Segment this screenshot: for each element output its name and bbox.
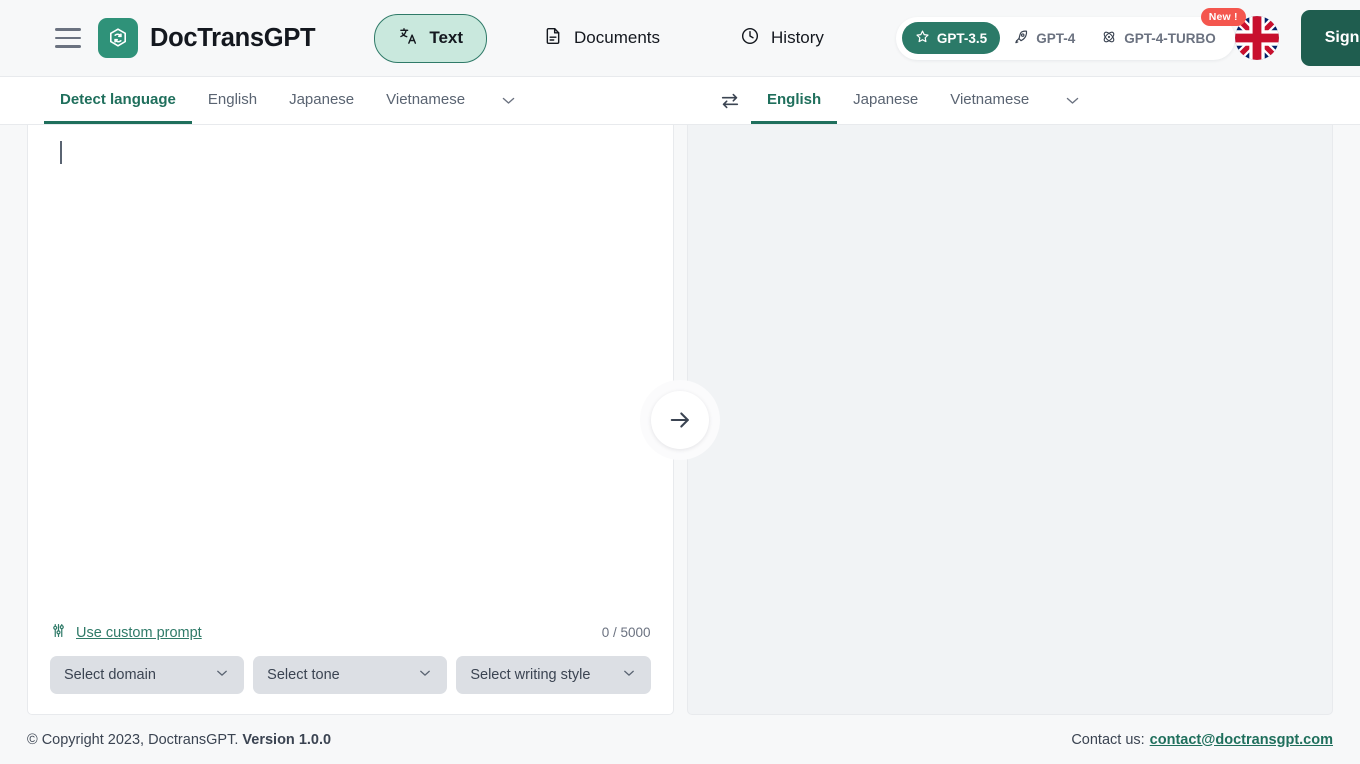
arrow-right-icon [651,391,709,449]
atom-icon [1101,29,1117,48]
nav-item-label: Documents [574,28,661,47]
hamburger-icon[interactable] [55,28,81,48]
document-icon [543,26,563,51]
option-selects: Select domain Select tone Select writing… [50,656,651,714]
clock-icon [740,26,760,51]
copyright-text: © Copyright 2023, DoctransGPT. Version 1… [27,732,331,748]
contact-label: Contact us: [1071,731,1145,748]
model-selector: GPT-3.5 GPT-4 GPT-4-TURBO New ! [895,7,1246,60]
translation-workspace: Use custom prompt 0 / 5000 Select domain… [0,125,1360,715]
source-lang-japanese[interactable]: Japanese [273,77,370,124]
target-lang-vietnamese[interactable]: Vietnamese [934,77,1045,124]
target-language-chevron-down-icon[interactable] [1045,77,1100,124]
model-chip-gpt-4[interactable]: GPT-4 [1000,22,1088,55]
new-badge: New ! [1200,7,1246,26]
brand-name: DocTransGPT [150,23,316,52]
target-lang-english[interactable]: English [751,77,838,124]
contact-email-link[interactable]: contact@doctransgpt.com [1150,732,1333,748]
swap-arrows-icon[interactable] [709,77,751,124]
model-chip-label: GPT-3.5 [936,30,988,46]
select-tone-label: Select tone [267,667,340,683]
chevron-down-icon [417,665,433,685]
sign-in-label: Sign In [1324,29,1360,46]
model-chip-gpt-35[interactable]: GPT-3.5 [901,22,1001,54]
doctransgpt-logo-icon [98,18,138,58]
brand[interactable]: DocTransGPT [98,18,316,58]
sign-in-button[interactable]: Sign In [1300,10,1360,66]
source-panel-footer: Use custom prompt 0 / 5000 Select domain… [28,622,673,714]
translate-icon [398,26,418,51]
select-writing-style[interactable]: Select writing style [456,656,651,694]
target-lang-japanese[interactable]: Japanese [837,77,934,124]
page-footer: © Copyright 2023, DoctransGPT. Version 1… [0,715,1360,764]
copyright-label: © Copyright 2023, DoctransGPT. [27,731,239,748]
top-bar: DocTransGPT Text Documents History GPT-3… [0,0,1360,76]
use-custom-prompt-label: Use custom prompt [76,624,202,641]
main-nav: Text Documents History [374,13,848,64]
nav-item-documents[interactable]: Documents [519,13,684,64]
source-lang-detect[interactable]: Detect language [44,77,192,124]
top-bar-right: Sign In [1234,10,1360,66]
character-counter: 0 / 5000 [601,625,651,640]
source-textarea[interactable] [28,125,673,622]
sliders-icon [50,622,67,643]
contact-info: Contact us: contact@doctransgpt.com [1071,732,1333,748]
model-chip-gpt-4-turbo[interactable]: GPT-4-TURBO [1088,22,1229,55]
rocket-icon [1013,29,1029,48]
nav-item-label: Text [429,28,464,47]
source-language-tabs: Detect language English Japanese Vietnam… [0,77,695,124]
select-domain-label: Select domain [64,667,156,683]
version-label: Version 1.0.0 [242,731,332,748]
nav-item-history[interactable]: History [716,13,848,64]
translate-button[interactable] [640,380,720,460]
star-icon [915,29,930,47]
text-caret [60,141,62,164]
use-custom-prompt-button[interactable]: Use custom prompt [50,622,202,643]
target-panel [686,125,1333,715]
model-chip-label: GPT-4-TURBO [1124,30,1216,46]
nav-item-text[interactable]: Text [374,13,488,63]
target-language-tabs: English Japanese Vietnamese [695,77,1360,124]
language-bar: Detect language English Japanese Vietnam… [0,76,1360,125]
select-writing-style-label: Select writing style [470,667,591,683]
select-tone[interactable]: Select tone [253,656,448,694]
source-lang-english[interactable]: English [192,77,273,124]
model-chip-label: GPT-4 [1036,30,1076,46]
source-panel: Use custom prompt 0 / 5000 Select domain… [27,125,674,715]
select-domain[interactable]: Select domain [50,656,245,694]
chevron-down-icon [214,665,230,685]
source-language-chevron-down-icon[interactable] [481,77,536,124]
source-lang-vietnamese[interactable]: Vietnamese [370,77,481,124]
nav-item-label: History [771,28,824,47]
chevron-down-icon [621,665,637,685]
